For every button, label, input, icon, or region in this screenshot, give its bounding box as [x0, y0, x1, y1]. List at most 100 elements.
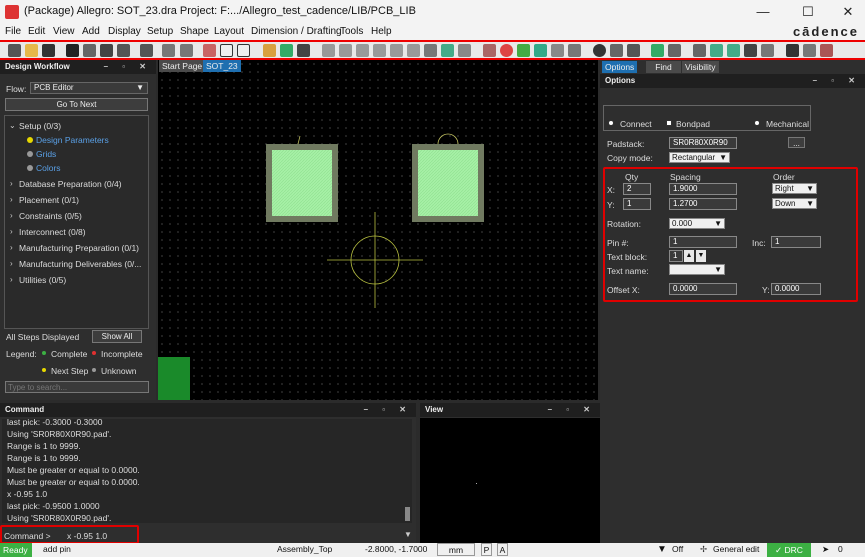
- visibility-icon[interactable]: [610, 44, 623, 57]
- log-scrollbar[interactable]: [405, 507, 410, 521]
- panel-controls-icon[interactable]: – ▫ ✕: [548, 403, 596, 417]
- edit-mode[interactable]: General edit: [713, 544, 759, 554]
- offset-y-field[interactable]: 0.0000: [771, 283, 821, 295]
- 3d-view-icon[interactable]: [458, 44, 471, 57]
- new-icon[interactable]: [8, 44, 21, 57]
- padstack-browse-button[interactable]: ...: [788, 137, 805, 148]
- x-order-select[interactable]: Right ▼: [772, 183, 817, 194]
- tab-options[interactable]: Options: [602, 61, 638, 73]
- pad-2[interactable]: [412, 144, 484, 222]
- eye-icon[interactable]: [593, 44, 606, 57]
- caret-right-icon[interactable]: ›: [10, 227, 13, 236]
- workflow-constraints[interactable]: Constraints (0/5): [19, 211, 82, 221]
- grid-icon[interactable]: [483, 44, 496, 57]
- camera-icon[interactable]: [786, 44, 799, 57]
- place-manual-icon[interactable]: [710, 44, 723, 57]
- panel-controls-icon[interactable]: – ▫ ✕: [104, 60, 152, 74]
- add-line-icon[interactable]: [203, 44, 216, 57]
- y-order-select[interactable]: Down ▼: [772, 198, 817, 209]
- export-icon[interactable]: [803, 44, 816, 57]
- rotation-select[interactable]: 0.000 ▼: [669, 218, 725, 229]
- add-text-icon[interactable]: [220, 44, 233, 57]
- ipc-icon[interactable]: [820, 44, 833, 57]
- zoom-points-icon[interactable]: [322, 44, 335, 57]
- x-spacing-field[interactable]: 1.9000: [669, 183, 737, 195]
- drc-status[interactable]: ✓ DRC: [767, 543, 811, 557]
- sheet-icon[interactable]: [551, 44, 564, 57]
- text-name-select[interactable]: ▼: [669, 264, 725, 275]
- zoom-world-icon[interactable]: [390, 44, 403, 57]
- copy-icon[interactable]: [83, 44, 96, 57]
- rotate-icon[interactable]: [744, 44, 757, 57]
- tab-find[interactable]: Find: [646, 61, 681, 73]
- menu-edit[interactable]: Edit: [28, 26, 45, 37]
- show-all-button[interactable]: Show All: [92, 330, 142, 343]
- zoom-fit-icon[interactable]: [339, 44, 352, 57]
- y-spacing-field[interactable]: 1.2700: [669, 198, 737, 210]
- unpin-icon[interactable]: [180, 44, 193, 57]
- menu-display[interactable]: Display: [108, 26, 141, 37]
- bondpad-checkbox[interactable]: [666, 120, 672, 126]
- y-qty-field[interactable]: 1: [623, 198, 651, 210]
- menu-help[interactable]: Help: [371, 26, 392, 37]
- x-qty-field[interactable]: 2: [623, 183, 651, 195]
- menu-setup[interactable]: Setup: [147, 26, 173, 37]
- offset-x-field[interactable]: 0.0000: [669, 283, 737, 295]
- spin-down-icon[interactable]: ▼: [696, 250, 706, 262]
- caret-right-icon[interactable]: ›: [10, 275, 13, 284]
- colors-link[interactable]: Colors: [36, 163, 61, 173]
- move-icon[interactable]: [66, 44, 79, 57]
- spin-up-icon[interactable]: ▲: [684, 250, 694, 262]
- menu-shape[interactable]: Shape: [180, 26, 209, 37]
- delete-icon[interactable]: [100, 44, 113, 57]
- grids-link[interactable]: Grids: [36, 149, 56, 159]
- measure-icon[interactable]: [297, 44, 310, 57]
- pin-number-field[interactable]: 1: [669, 236, 737, 248]
- caret-right-icon[interactable]: ›: [10, 195, 13, 204]
- menu-add[interactable]: Add: [82, 26, 100, 37]
- maximize-button[interactable]: ☐: [790, 3, 826, 21]
- design-parameters-link[interactable]: Design Parameters: [36, 135, 109, 145]
- inc-field[interactable]: 1: [771, 236, 821, 248]
- active-layer[interactable]: Assembly_Top: [277, 544, 332, 554]
- route-icon[interactable]: [263, 44, 276, 57]
- workflow-placement[interactable]: Placement (0/1): [19, 195, 79, 205]
- menu-file[interactable]: File: [5, 26, 21, 37]
- command-input[interactable]: x -0.95 1.0: [67, 531, 107, 541]
- mechanical-radio[interactable]: [754, 120, 760, 126]
- redo-icon[interactable]: [140, 44, 153, 57]
- lock-icon[interactable]: [627, 44, 640, 57]
- workflow-database-preparation[interactable]: Database Preparation (0/4): [19, 179, 122, 189]
- edit-text-icon[interactable]: [237, 44, 250, 57]
- undo-icon[interactable]: [117, 44, 130, 57]
- pad-1[interactable]: [266, 144, 338, 222]
- green-shape[interactable]: [158, 357, 190, 400]
- caret-right-icon[interactable]: ›: [10, 243, 13, 252]
- caret-right-icon[interactable]: ›: [10, 211, 13, 220]
- caret-right-icon[interactable]: ›: [10, 259, 13, 268]
- workflow-manufacturing-deliverables[interactable]: Manufacturing Deliverables (0/...: [19, 259, 141, 269]
- zoom-center-icon[interactable]: [407, 44, 420, 57]
- workflow-setup[interactable]: Setup (0/3): [19, 121, 61, 131]
- mirror-icon[interactable]: [761, 44, 774, 57]
- panel-controls-icon[interactable]: – ▫ ✕: [813, 74, 861, 88]
- save-icon[interactable]: [42, 44, 55, 57]
- menu-layout[interactable]: Layout: [214, 26, 244, 37]
- filter-icon[interactable]: ▼: [657, 544, 667, 555]
- copy-mode-select[interactable]: Rectangular ▼: [669, 152, 730, 163]
- p-button[interactable]: P: [481, 543, 492, 556]
- workflow-utilities[interactable]: Utilities (0/5): [19, 275, 66, 285]
- report-icon[interactable]: [568, 44, 581, 57]
- menu-view[interactable]: View: [53, 26, 75, 37]
- swap-icon[interactable]: [727, 44, 740, 57]
- design-canvas[interactable]: Start Page SOT_23: [158, 60, 598, 400]
- stack-icon[interactable]: [534, 44, 547, 57]
- caret-down-icon[interactable]: ⌄: [9, 121, 16, 130]
- a-button[interactable]: A: [497, 543, 508, 556]
- caret-right-icon[interactable]: ›: [10, 179, 13, 188]
- chevron-down-icon[interactable]: ▼: [404, 530, 412, 539]
- padstack-field[interactable]: SR0R80X0R90: [669, 137, 737, 149]
- redraw-icon[interactable]: [424, 44, 437, 57]
- workflow-manufacturing-preparation[interactable]: Manufacturing Preparation (0/1): [19, 243, 139, 253]
- flow-select[interactable]: PCB Editor ▼: [30, 82, 148, 94]
